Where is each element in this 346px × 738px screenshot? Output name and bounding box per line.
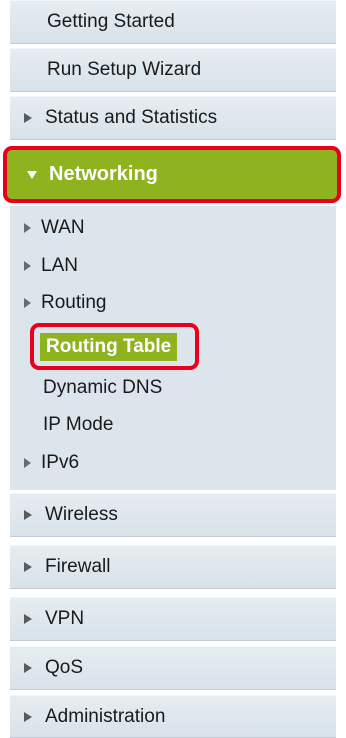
submenu-item-label: WAN bbox=[41, 217, 85, 238]
menu-item-label: Wireless bbox=[45, 504, 118, 525]
expand-arrow-icon bbox=[24, 711, 32, 722]
submenu-item-ipv6[interactable]: IPv6 bbox=[10, 446, 336, 480]
submenu-item-label: IP Mode bbox=[43, 414, 114, 435]
expand-arrow-icon bbox=[24, 113, 32, 123]
menu-item-label: Administration bbox=[45, 705, 166, 727]
menu-item-label: Firewall bbox=[45, 556, 111, 577]
expand-arrow-icon bbox=[24, 663, 32, 673]
expand-arrow-icon bbox=[24, 223, 31, 233]
submenu-item-wan[interactable]: WAN bbox=[10, 211, 336, 245]
submenu-item-lan[interactable]: LAN bbox=[10, 249, 336, 283]
collapse-arrow-icon bbox=[27, 170, 37, 179]
menu-item-status-and-statistics[interactable]: Status and Statistics bbox=[10, 96, 336, 140]
menu-item-label: Run Setup Wizard bbox=[47, 59, 202, 80]
expand-arrow-icon bbox=[24, 614, 32, 624]
submenu-item-routing-table[interactable]: Routing Table bbox=[30, 323, 199, 370]
navigation-menu: Getting Started Run Setup Wizard Status … bbox=[0, 0, 346, 738]
menu-item-firewall[interactable]: Firewall bbox=[10, 545, 336, 589]
submenu-item-label: Dynamic DNS bbox=[43, 377, 163, 398]
menu-item-administration[interactable]: Administration bbox=[10, 695, 336, 738]
menu-item-label: VPN bbox=[45, 608, 85, 629]
menu-item-label: Getting Started bbox=[47, 11, 175, 32]
expand-arrow-icon bbox=[24, 562, 32, 572]
menu-item-wireless[interactable]: Wireless bbox=[10, 493, 336, 537]
submenu-item-label: Routing bbox=[41, 292, 107, 313]
submenu-item-label: LAN bbox=[41, 255, 78, 276]
menu-item-run-setup-wizard[interactable]: Run Setup Wizard bbox=[10, 48, 336, 92]
menu-item-label: Status and Statistics bbox=[45, 107, 218, 128]
submenu-item-label: Routing Table bbox=[40, 332, 178, 361]
expand-arrow-icon bbox=[24, 298, 31, 308]
menu-item-label: Networking bbox=[49, 163, 158, 185]
submenu-item-label: IPv6 bbox=[41, 452, 80, 473]
menu-item-getting-started[interactable]: Getting Started bbox=[10, 0, 336, 44]
submenu-item-routing[interactable]: Routing bbox=[10, 286, 336, 320]
menu-item-qos[interactable]: QoS bbox=[10, 646, 336, 690]
menu-item-networking[interactable]: Networking bbox=[3, 146, 341, 203]
expand-arrow-icon bbox=[24, 510, 32, 520]
submenu-item-ip-mode[interactable]: IP Mode bbox=[10, 408, 336, 442]
submenu-item-dynamic-dns[interactable]: Dynamic DNS bbox=[10, 371, 336, 405]
expand-arrow-icon bbox=[24, 261, 31, 271]
menu-item-vpn[interactable]: VPN bbox=[10, 597, 336, 641]
menu-item-label: QoS bbox=[45, 657, 84, 678]
expand-arrow-icon bbox=[24, 458, 31, 468]
